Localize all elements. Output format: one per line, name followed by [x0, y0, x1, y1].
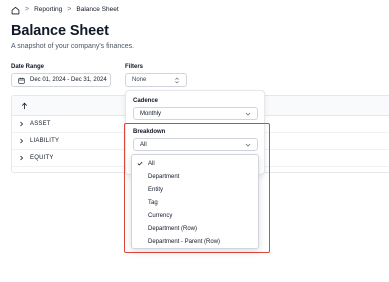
- page-title: Balance Sheet: [11, 23, 109, 39]
- option-label: Entity: [148, 186, 164, 193]
- option-label: Department (Row): [148, 225, 198, 232]
- check-icon: [132, 161, 148, 166]
- chevron-right-icon[interactable]: [12, 138, 30, 144]
- arrow-up-icon[interactable]: [21, 102, 28, 110]
- option-label: All: [148, 160, 155, 167]
- option-label: Department - Parent (Row): [148, 238, 221, 245]
- calendar-icon: [18, 77, 25, 84]
- option-label: Department: [148, 173, 180, 180]
- option-label: Tag: [148, 199, 158, 206]
- breadcrumb: > Reporting > Balance Sheet: [11, 5, 119, 15]
- breakdown-option-currency[interactable]: Currency: [132, 209, 258, 222]
- row-label: ASSET: [30, 121, 51, 127]
- cadence-label: Cadence: [133, 98, 159, 104]
- cadence-select[interactable]: Monthly: [133, 107, 258, 120]
- breadcrumb-balance-sheet: Balance Sheet: [76, 6, 119, 13]
- breakdown-dropdown: All Department Entity Tag Currency Depar…: [131, 154, 259, 249]
- filters-label: Filters: [125, 64, 144, 70]
- page-subtitle: A snapshot of your company's finances.: [11, 43, 135, 50]
- date-range-value: Dec 01, 2024 - Dec 31, 2024: [30, 77, 107, 83]
- breadcrumb-separator: >: [25, 6, 30, 13]
- date-range-button[interactable]: Dec 01, 2024 - Dec 31, 2024: [11, 73, 111, 87]
- cadence-value: Monthly: [140, 110, 162, 117]
- breadcrumb-reporting[interactable]: Reporting: [34, 5, 62, 15]
- filters-button[interactable]: None: [125, 73, 187, 87]
- breakdown-option-all[interactable]: All: [132, 157, 258, 170]
- breadcrumb-separator: >: [67, 6, 72, 13]
- breakdown-option-entity[interactable]: Entity: [132, 183, 258, 196]
- breakdown-option-department-parent-row[interactable]: Department - Parent (Row): [132, 235, 258, 248]
- chevron-up-down-icon: [174, 77, 180, 84]
- chevron-right-icon[interactable]: [12, 155, 30, 161]
- row-label: EQUITY: [30, 155, 54, 161]
- breakdown-option-tag[interactable]: Tag: [132, 196, 258, 209]
- filters-value: None: [132, 77, 147, 83]
- home-icon[interactable]: [11, 6, 20, 15]
- chevron-down-icon: [245, 112, 251, 116]
- row-label: LIABILITY: [30, 138, 60, 144]
- breakdown-option-department[interactable]: Department: [132, 170, 258, 183]
- chevron-right-icon[interactable]: [12, 121, 30, 127]
- breakdown-option-department-row[interactable]: Department (Row): [132, 222, 258, 235]
- date-range-label: Date Range: [11, 64, 45, 70]
- option-label: Currency: [148, 212, 173, 219]
